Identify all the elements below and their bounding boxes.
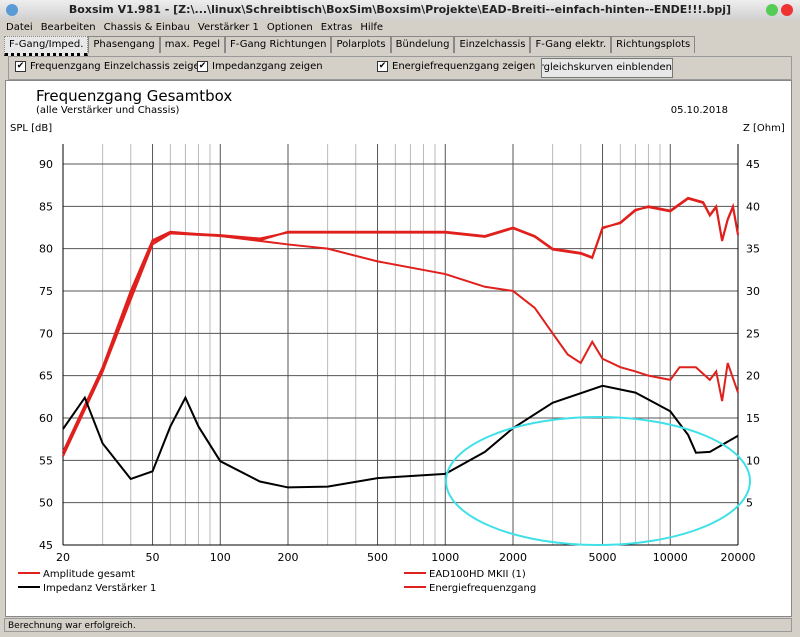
- chart-panel: Frequenzgang Gesamtbox (alle Verstärker …: [5, 80, 792, 617]
- close-icon[interactable]: [781, 4, 793, 16]
- y-tick-label: 50: [39, 497, 53, 510]
- y2-tick-label: 30: [746, 285, 760, 298]
- tab-polarplots[interactable]: Polarplots: [331, 36, 391, 53]
- y-tick-label: 80: [39, 243, 53, 256]
- y2-tick-label: 10: [746, 454, 760, 467]
- checkbox-impedanz[interactable]: ✔ Impedanzgang zeigen: [197, 61, 323, 72]
- checkbox-mark[interactable]: ✔: [197, 61, 208, 72]
- checkbox-label: Frequenzgang Einzelchassis zeigen: [30, 61, 207, 72]
- x-tick-label: 2000: [499, 551, 527, 564]
- y2-tick-label: 15: [746, 412, 760, 425]
- chart-date: 05.10.2018: [671, 105, 728, 116]
- window-title-text: Boxsim V1.981 - [Z:\...\linux\Schreibtis…: [68, 3, 732, 16]
- menu-verstaerker[interactable]: Verstärker 1: [198, 20, 259, 36]
- checkbox-label: Impedanzgang zeigen: [212, 61, 323, 72]
- tab-phasengang[interactable]: Phasengang: [88, 36, 160, 53]
- y2-tick-label: 45: [746, 158, 760, 171]
- window-title: Boxsim V1.981 - [Z:\...\linux\Schreibtis…: [0, 0, 800, 20]
- checkbox-mark[interactable]: ✔: [15, 61, 26, 72]
- y-tick-label: 45: [39, 539, 53, 552]
- options-panel: ✔ Frequenzgang Einzelchassis zeigen ✔ Impe…: [8, 56, 792, 80]
- tab-einzelchassis[interactable]: Einzelchassis: [454, 36, 531, 53]
- status-bar: Berechnung war erfolgreich.: [4, 618, 792, 632]
- legend-label: EAD100HD MKII (1): [429, 569, 526, 580]
- tab-max-pegel[interactable]: max. Pegel: [159, 36, 225, 53]
- y-tick-label: 90: [39, 158, 53, 171]
- menu-bar: Datei Bearbeiten Chassis & Einbau Verstä…: [0, 20, 383, 36]
- x-tick-label: 1000: [431, 551, 459, 564]
- series-line-impedanz-verst-rker-1: [62, 384, 739, 489]
- tab-buendelung[interactable]: Bündelung: [390, 36, 455, 53]
- x-tick-label: 5000: [589, 551, 617, 564]
- x-tick-label: 500: [367, 551, 388, 564]
- series-line-energiefrequenzgang: [62, 232, 739, 457]
- y2-tick-label: 35: [746, 243, 760, 256]
- y-tick-label: 65: [39, 370, 53, 383]
- y2-tick-label: 40: [746, 200, 760, 213]
- y2-tick-label: 20: [746, 370, 760, 383]
- tab-fgang-imped[interactable]: F-Gang/Imped.: [4, 36, 89, 56]
- menu-datei[interactable]: Datei: [6, 20, 33, 36]
- x-tick-label: 100: [210, 551, 231, 564]
- y-tick-label: 75: [39, 285, 53, 298]
- legend-label: Amplitude gesamt: [43, 569, 135, 580]
- x-tick-label: 10000: [653, 551, 688, 564]
- y2-tick-label: 5: [746, 497, 753, 510]
- menu-bearbeiten[interactable]: Bearbeiten: [41, 20, 96, 36]
- annotation-ellipse: [445, 416, 751, 546]
- checkbox-energie[interactable]: ✔ Energiefrequenzgang zeigen: [377, 61, 535, 72]
- x-tick-label: 20: [56, 551, 70, 564]
- x-tick-label: 50: [146, 551, 160, 564]
- x-tick-label: 20000: [721, 551, 756, 564]
- tab-fgang-elektr[interactable]: F-Gang elektr.: [530, 36, 612, 53]
- menu-optionen[interactable]: Optionen: [267, 20, 313, 36]
- y2-axis-label: Z [Ohm]: [743, 123, 785, 134]
- checkbox-einzelchassis[interactable]: ✔ Frequenzgang Einzelchassis zeigen: [15, 61, 206, 72]
- chart-title: Frequenzgang Gesamtbox: [36, 87, 232, 105]
- y-tick-label: 70: [39, 327, 53, 340]
- vergleichskurven-button[interactable]: Vergleichskurven einblenden: [541, 58, 673, 78]
- tab-richtungsplots[interactable]: Richtungsplots: [611, 36, 696, 53]
- chart-subtitle: (alle Verstärker und Chassis): [36, 105, 180, 116]
- checkbox-mark[interactable]: ✔: [377, 61, 388, 72]
- y2-tick-label: 25: [746, 327, 760, 340]
- legend-label: Impedanz Verstärker 1: [43, 583, 156, 594]
- y-tick-label: 85: [39, 200, 53, 213]
- maximize-icon[interactable]: [766, 4, 778, 16]
- y-tick-label: 55: [39, 454, 53, 467]
- frequency-response-chart: Frequenzgang Gesamtbox (alle Verstärker …: [10, 87, 785, 594]
- window-menu-icon[interactable]: [6, 4, 18, 16]
- menu-chassis[interactable]: Chassis & Einbau: [104, 20, 190, 36]
- checkbox-label: Energiefrequenzgang zeigen: [392, 61, 536, 72]
- legend-label: Energiefrequenzgang: [429, 583, 536, 594]
- tab-fgang-richtungen[interactable]: F-Gang Richtungen: [224, 36, 332, 53]
- y-axis-label: SPL [dB]: [10, 123, 52, 134]
- menu-hilfe[interactable]: Hilfe: [360, 20, 383, 36]
- x-tick-label: 200: [278, 551, 299, 564]
- menu-extras[interactable]: Extras: [321, 20, 353, 36]
- tab-bar: F-Gang/Imped. Phasengang max. Pegel F-Ga…: [4, 36, 696, 56]
- y-tick-label: 60: [39, 412, 53, 425]
